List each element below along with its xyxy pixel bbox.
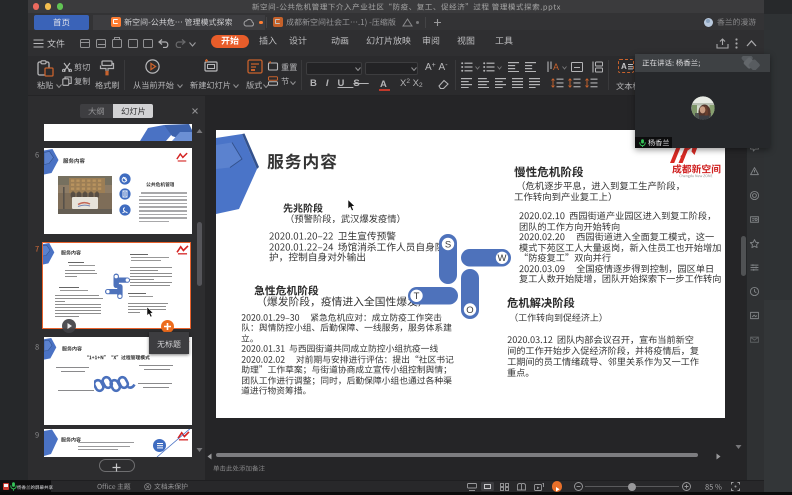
- svg-text:A: A: [553, 62, 559, 72]
- svg-text:S: S: [445, 239, 451, 250]
- svg-text:O: O: [466, 305, 473, 316]
- svg-text:W: W: [498, 253, 507, 264]
- svg-text:T: T: [414, 291, 420, 302]
